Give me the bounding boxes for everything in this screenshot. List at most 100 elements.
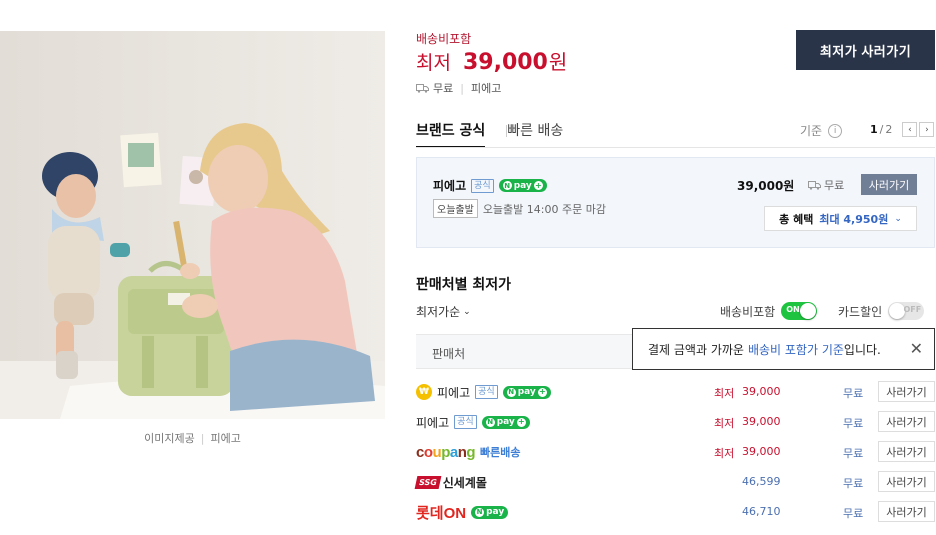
lowest-label: 최저 <box>416 52 451 74</box>
official-badge: 공식 <box>471 178 494 193</box>
pager: 1/2 ‹ › <box>870 122 935 137</box>
shipping-meta: 무료 | 피에고 <box>416 80 501 96</box>
lowest-seller[interactable]: 피에고 <box>471 80 501 96</box>
buy-button[interactable]: 사러가기 <box>878 471 935 492</box>
buy-button[interactable]: 사러가기 <box>878 441 935 462</box>
tab-divider <box>506 125 507 137</box>
seller-shipping: 무료 <box>843 387 864 400</box>
seller-row: coupang 빠른배송 최저 39,000 무료 사러가기 <box>416 441 935 471</box>
ssg-logo: SSG 신세계몰 <box>414 474 487 491</box>
shipping-included-label: 배송비포함 <box>416 32 472 46</box>
sort-dropdown[interactable]: 최저가순 ⌄ <box>416 303 471 320</box>
image-credit-provider: 피에고 <box>210 432 241 445</box>
toggle-knob <box>800 303 817 319</box>
chevron-right-icon[interactable]: › <box>919 122 935 137</box>
npay-label: pay <box>486 507 505 517</box>
lowest-price: 39,000 <box>462 50 548 75</box>
npay-badge: Npay <box>471 505 509 519</box>
sort-label: 최저가순 <box>416 305 461 319</box>
coin-icon: ₩ <box>416 384 432 400</box>
image-credit-label: 이미지제공 <box>144 432 195 445</box>
tooltip-text: 결제 금액과 가까운 <box>648 342 744 357</box>
store-tabs: 브랜드 공식 빠른 배송 <box>416 120 563 148</box>
toggle-state: OFF <box>903 305 922 314</box>
brand-store-name[interactable]: 피에고 <box>433 177 466 194</box>
seller-name: 피에고 <box>437 385 471 400</box>
shipping-included-toggle[interactable]: ON <box>781 302 818 320</box>
column-seller: 판매처 <box>432 347 466 361</box>
section-title: 판매처별 최저가 <box>416 277 512 293</box>
pager-current: 1 <box>870 123 878 136</box>
seller-row: SSG 신세계몰 46,599 무료 사러가기 <box>414 471 935 501</box>
tooltip-suffix: 입니다. <box>843 342 881 357</box>
benefit-label: 총 혜택 <box>779 212 814 226</box>
buy-button[interactable]: 사러가기 <box>878 411 935 432</box>
npay-label: pay <box>517 387 536 397</box>
tab-brand-official[interactable]: 브랜드 공식 <box>416 120 486 148</box>
chevron-down-icon: ⌄ <box>463 306 471 317</box>
seller-shipping: 무료 <box>843 507 864 520</box>
seller-info[interactable]: 피에고 공식 Npay + <box>416 411 530 433</box>
today-ship-badge: 오늘출발 <box>433 199 478 218</box>
seller-shipping: 무료 <box>843 417 864 430</box>
total-benefit-dropdown[interactable]: 총 혜택 최대 4,950원 ⌄ <box>764 206 917 231</box>
benefit-value: 최대 4,950원 <box>819 212 889 226</box>
currency-label: 원 <box>548 50 568 74</box>
tabs-underline <box>416 147 935 148</box>
official-badge: 공식 <box>454 415 477 429</box>
brand-card-delivery: 오늘출발 오늘출발 14:00 주문 마감 <box>433 199 606 218</box>
price-label: 최저 <box>714 417 735 430</box>
seller-row: 롯데ON Npay 46,710 무료 사러가기 <box>416 501 935 531</box>
buy-button[interactable]: 사러가기 <box>878 501 935 522</box>
seller-shipping: 무료 <box>843 447 864 460</box>
coupang-logo: coupang <box>416 443 476 461</box>
basis-label: 기준 <box>800 124 823 138</box>
basis-info[interactable]: 기준 i <box>800 122 843 139</box>
product-image[interactable] <box>0 31 385 419</box>
close-icon[interactable]: ✕ <box>910 339 923 358</box>
lotteon-logo: 롯데ON <box>416 502 466 523</box>
fast-delivery-badge: 빠른배송 <box>480 446 521 459</box>
seller-row: 피에고 공식 Npay + 최저 39,000 무료 사러가기 <box>416 411 935 441</box>
seller-info[interactable]: ₩ 피에고 공식 Npay + <box>416 381 551 403</box>
pager-total: 2 <box>885 123 893 136</box>
card-discount-toggle-row: 카드할인 OFF <box>838 302 925 320</box>
seller-shipping: 무료 <box>843 477 864 490</box>
buy-button[interactable]: 사러가기 <box>878 381 935 402</box>
shipping-tooltip: 결제 금액과 가까운 배송비 포함가 기준 입니다. ✕ <box>632 328 935 370</box>
seller-price: 46,599 <box>742 475 781 488</box>
seller-name: 롯데ON <box>416 504 467 522</box>
shipping-included-toggle-row: 배송비포함 ON <box>720 302 818 320</box>
card-discount-toggle[interactable]: OFF <box>888 302 925 320</box>
brand-card-shipping: 무료 <box>808 177 844 193</box>
seller-info[interactable]: 롯데ON Npay <box>416 501 509 523</box>
shipping-fee: 무료 <box>433 82 454 95</box>
npay-badge: Npay + <box>502 385 551 399</box>
card-toggle-label: 카드할인 <box>838 304 883 319</box>
image-credit: 이미지제공 | 피에고 <box>144 432 241 445</box>
shipping-toggle-label: 배송비포함 <box>720 304 776 319</box>
truck-icon <box>416 83 429 93</box>
chevron-left-icon[interactable]: ‹ <box>902 122 918 137</box>
brand-card-seller: 피에고 공식 Npay + <box>433 177 547 194</box>
ssg-logo-mark: SSG <box>414 475 442 489</box>
tab-fast-delivery[interactable]: 빠른 배송 <box>507 120 563 148</box>
npay-label: pay <box>513 180 532 191</box>
price-label: 최저 <box>714 387 735 400</box>
seller-info[interactable]: SSG 신세계몰 <box>414 471 487 493</box>
price-label: 최저 <box>714 447 735 460</box>
chevron-down-icon: ⌄ <box>894 213 902 224</box>
info-icon[interactable]: i <box>828 123 843 138</box>
official-badge: 공식 <box>475 385 498 399</box>
npay-badge: Npay + <box>481 415 530 429</box>
seller-price: 39,000 <box>742 415 781 428</box>
npay-label: pay <box>496 417 515 427</box>
brand-card-shipping-fee: 무료 <box>824 179 845 192</box>
today-ship-text: 오늘출발 14:00 주문 마감 <box>482 202 606 216</box>
seller-info[interactable]: coupang 빠른배송 <box>416 441 521 463</box>
seller-price: 46,710 <box>742 505 781 518</box>
buy-lowest-button[interactable]: 최저가 사러가기 <box>796 30 935 70</box>
seller-price: 39,000 <box>742 385 781 398</box>
brand-card-buy-button[interactable]: 사러가기 <box>861 174 917 195</box>
seller-name: 피에고 <box>416 415 450 430</box>
